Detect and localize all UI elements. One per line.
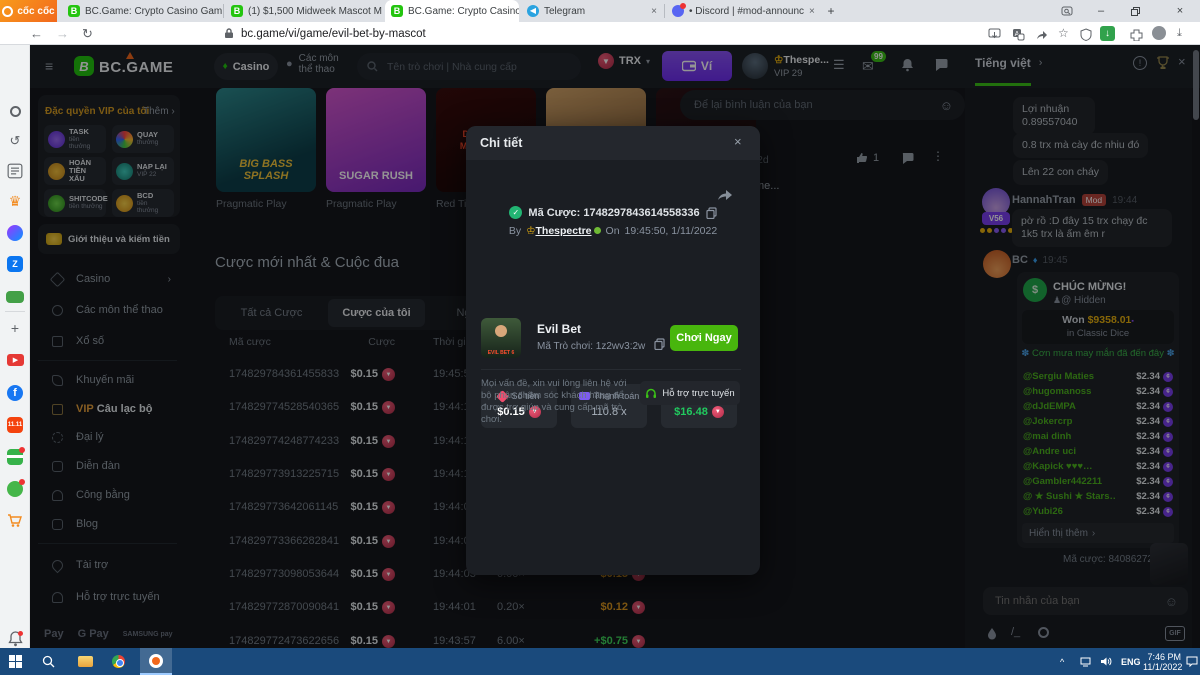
messenger-icon[interactable] [7, 225, 23, 241]
live-support-button[interactable]: Hỗ trợ trực tuyến [640, 381, 740, 405]
extensions-icon[interactable] [1130, 28, 1143, 41]
share-bet-icon[interactable] [716, 186, 733, 201]
browser-tabstrip: cốc cốc B BC.Game: Crypto Casino Gam × B… [0, 0, 1200, 22]
tab-search-icon[interactable] [1052, 0, 1082, 22]
url-text[interactable]: bc.game/vi/game/evil-bet-by-mascot [241, 28, 426, 40]
bet-details-modal: Chi tiết × ✓ Mã Cược: 174829784361455833… [466, 126, 760, 575]
coccoc-sidebar: ↺ ♛ Z + ▶ f 11.11 ⋯ [0, 45, 30, 648]
forward-button[interactable]: → [56, 26, 69, 41]
add-icon[interactable]: + [7, 320, 23, 336]
game-code: Mã Trò chơi: 1z2wv3:2w [537, 341, 645, 352]
chrome-icon[interactable] [112, 655, 125, 668]
bcgame-favicon: B [391, 5, 403, 17]
newsfeed-icon[interactable] [7, 163, 23, 179]
screen: cốc cốc B BC.Game: Crypto Casino Gam × B… [0, 0, 1200, 675]
facebook-icon[interactable]: f [7, 385, 23, 401]
profile-avatar[interactable] [1152, 26, 1166, 40]
discord-favicon [672, 5, 684, 17]
bet-id-value: 1748297843614558336 [583, 207, 699, 219]
game-thumbnail[interactable]: EVIL BET 6 [481, 318, 521, 358]
game-name: Evil Bet [537, 322, 581, 336]
browser-tab-discord[interactable]: • Discord | #mod-announc × [666, 0, 816, 22]
bcgame-favicon: B [68, 5, 80, 17]
bookmark-star-icon[interactable]: ☆ [1058, 26, 1069, 40]
new-tab-button[interactable]: + [822, 3, 840, 19]
back-button[interactable]: ← [30, 26, 43, 41]
browser-tab-active[interactable]: B BC.Game: Crypto Casino ( × [385, 0, 519, 22]
shield-icon[interactable] [1080, 28, 1092, 41]
bcgame-favicon: B [231, 5, 243, 17]
tab-close-icon[interactable]: × [651, 6, 657, 17]
history-icon[interactable]: ↺ [7, 133, 23, 149]
sale-1111-icon[interactable]: 11.11 [7, 417, 23, 433]
play-now-button[interactable]: Chơi Ngay [670, 325, 738, 351]
bell-icon[interactable] [8, 631, 23, 647]
download-manager-icon[interactable]: ↓ [1100, 26, 1115, 41]
cart-icon[interactable] [7, 513, 23, 528]
copy-icon[interactable] [706, 207, 717, 219]
coccoc-icon [149, 654, 163, 668]
copy-icon[interactable] [654, 338, 665, 350]
translate-icon[interactable]: A [1012, 28, 1025, 41]
support-note: Mọi vấn đề, xin vui lòng liên hệ với bộ … [481, 378, 639, 426]
browser-tab-telegram[interactable]: ◀ Telegram × [521, 0, 663, 22]
modal-header: Chi tiết × [466, 126, 760, 160]
tab-close-icon[interactable]: × [809, 6, 815, 17]
bet-author-link[interactable]: ♔Thespectre [526, 225, 600, 237]
volume-icon[interactable] [1100, 656, 1112, 667]
browser-tab-2[interactable]: B (1) $1,500 Midweek Mascot M × [225, 0, 383, 22]
action-center-icon[interactable] [1186, 656, 1198, 667]
brand-label: cốc cốc [17, 6, 54, 17]
trx-coin-icon: ▼ [712, 406, 724, 418]
bet-id-label: Mã Cược: 1748297843614558336 [528, 207, 699, 219]
lock-icon[interactable] [224, 28, 234, 39]
window-restore-button[interactable] [1120, 0, 1150, 22]
share-icon[interactable] [1035, 28, 1048, 41]
start-button[interactable] [9, 655, 22, 668]
taskbar-search-icon[interactable] [42, 655, 55, 668]
tray-expand-icon[interactable]: ^ [1060, 657, 1064, 667]
downloads-tray-icon[interactable]: ⤓ [1177, 27, 1182, 40]
coccoc-logo-icon [2, 6, 13, 17]
coccoc-taskbar-active[interactable] [140, 648, 172, 675]
coccoc-brand-button[interactable]: cốc cốc [0, 0, 57, 22]
modal-close-icon[interactable]: × [734, 134, 742, 149]
clock[interactable]: 7:46 PM11/1/2022 [1143, 652, 1181, 672]
network-icon[interactable] [1080, 657, 1093, 667]
headset-icon [645, 388, 657, 399]
address-bar: ← → ↻ bc.game/vi/game/evil-bet-by-mascot… [0, 22, 1200, 45]
zalo-icon[interactable]: Z [7, 256, 23, 272]
window-minimize-button[interactable]: – [1086, 0, 1116, 22]
file-explorer-icon[interactable] [78, 656, 93, 667]
green-chat-icon[interactable] [7, 481, 23, 497]
reload-button[interactable]: ↻ [82, 26, 93, 42]
youtube-icon[interactable]: ▶ [7, 354, 24, 366]
modal-title: Chi tiết [480, 136, 522, 150]
save-page-icon[interactable] [988, 28, 1001, 41]
browser-tab-1[interactable]: B BC.Game: Crypto Casino Gam × [62, 0, 222, 22]
vip-crown-icon[interactable]: ♛ [7, 193, 23, 209]
windows-taskbar: ^ ENG 7:46 PM11/1/2022 [0, 648, 1200, 675]
verified-check-icon: ✓ [509, 206, 522, 219]
telegram-favicon: ◀ [527, 5, 539, 17]
gift-icon[interactable] [7, 449, 23, 465]
language-indicator[interactable]: ENG [1121, 657, 1141, 667]
games-icon[interactable] [6, 291, 24, 303]
frog-emoji-icon [594, 227, 601, 234]
scrollbar-thumb[interactable] [1193, 50, 1199, 120]
bet-datetime: 19:45:50, 1/11/2022 [625, 225, 718, 237]
window-close-button[interactable]: × [1160, 0, 1200, 22]
settings-icon[interactable] [7, 103, 23, 119]
